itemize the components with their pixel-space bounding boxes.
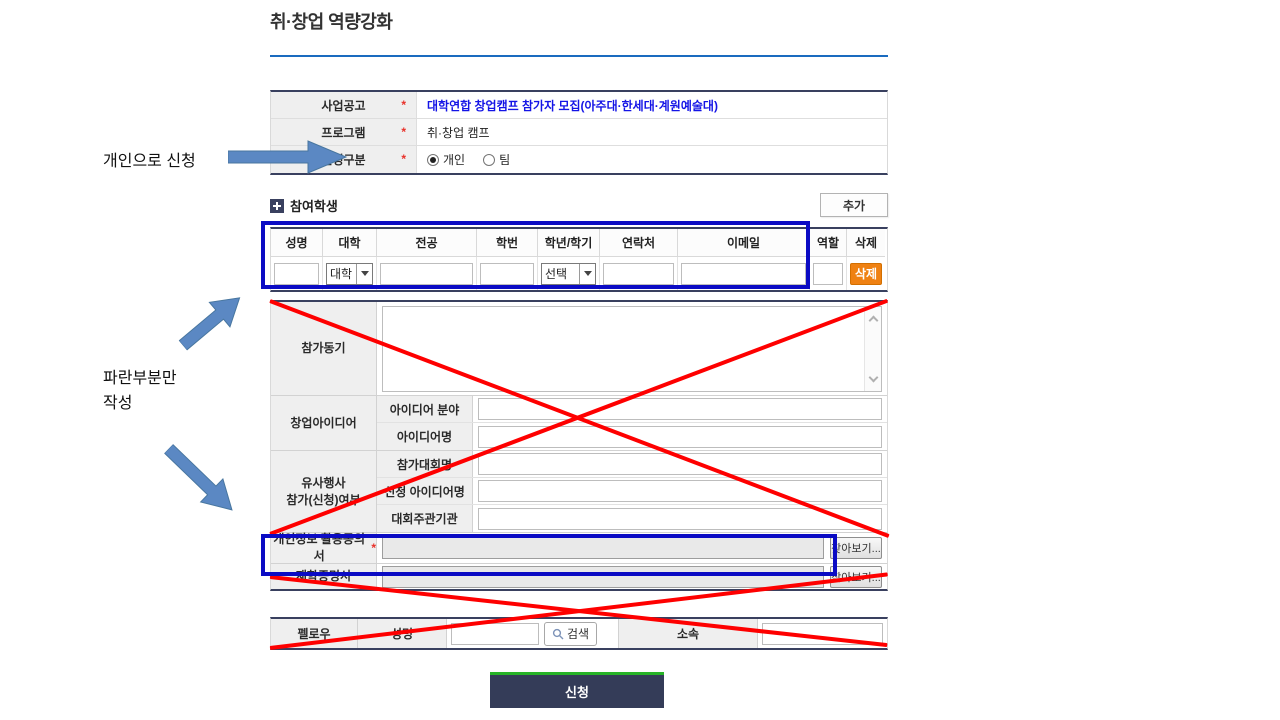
university-select-value: 대학 [327, 265, 356, 282]
annotation-note-line1: 파란부분만 [103, 366, 177, 391]
annotation-note-line2: 작성 [103, 391, 177, 416]
annotation-note-individual: 개인으로 신청 [103, 147, 196, 171]
applied-idea-label: 신청 아이디어명 [377, 478, 473, 504]
idea-group-row: 창업아이디어 아이디어 분야 아이디어명 [271, 396, 887, 451]
motive-row: 참가동기 [271, 302, 887, 396]
table-row: 사업공고 * 대학연합 창업캠프 참가자 모집(아주대·한세대·계원예술대) [271, 92, 887, 119]
students-section-header: 참여학생 [270, 196, 338, 215]
privacy-consent-row: 개인정보 활용동의서 * 찾아보기... [271, 533, 887, 564]
radio-team-label: 팀 [499, 151, 510, 168]
students-section-title: 참여학생 [290, 196, 338, 215]
idea-group-label: 창업아이디어 [271, 396, 377, 450]
col-header-major: 전공 [377, 229, 477, 257]
radio-selected-icon[interactable] [427, 154, 439, 166]
program-label: 프로그램 [321, 124, 365, 141]
col-header-contact: 연락처 [600, 229, 678, 257]
role-input[interactable] [813, 263, 843, 285]
col-header-name: 성명 [271, 229, 323, 257]
motive-label: 참가동기 [271, 302, 377, 395]
privacy-label-cell: 개인정보 활용동의서 * [271, 533, 377, 563]
page-title: 취·창업 역량강화 [270, 8, 392, 34]
scrollbar[interactable] [864, 307, 881, 391]
col-header-role: 역할 [810, 229, 847, 257]
contact-input[interactable] [603, 263, 674, 285]
search-icon [552, 628, 564, 640]
grade-select[interactable]: 선택 [541, 263, 596, 285]
motive-textarea[interactable] [382, 306, 882, 392]
required-mark: * [401, 152, 406, 166]
application-page: 취·창업 역량강화 사업공고 * 대학연합 창업캠프 참가자 모집(아주대·한세… [0, 0, 1280, 720]
radio-individual-label: 개인 [443, 151, 465, 168]
table-row: 신청구분 * 개인 팀 [271, 146, 887, 173]
similar-group-label-line1: 유사행사 [301, 475, 345, 492]
col-header-university: 대학 [323, 229, 377, 257]
notice-link[interactable]: 대학연합 창업캠프 참가자 모집(아주대·한세대·계원예술대) [427, 97, 718, 114]
chevron-down-icon[interactable] [579, 264, 595, 284]
privacy-browse-button[interactable]: 찾아보기... [830, 537, 882, 559]
similar-group-label: 유사행사 참가(신청)여부 [271, 451, 377, 532]
col-header-email: 이메일 [678, 229, 810, 257]
students-table: 성명 대학 전공 학번 학년/학기 연락처 이메일 역할 삭제 대학 선택 [270, 227, 888, 292]
radio-individual[interactable]: 개인 [427, 151, 465, 168]
title-underline [270, 55, 888, 57]
fellow-search-label: 검색 [567, 625, 589, 642]
applied-idea-input[interactable] [478, 480, 882, 502]
notice-label-cell: 사업공고 * [271, 92, 417, 118]
col-header-delete: 삭제 [847, 229, 885, 257]
similar-event-group-row: 유사행사 참가(신청)여부 참가대회명 신청 아이디어명 대회주관기관 [271, 451, 887, 533]
required-mark: * [371, 540, 376, 557]
annotation-note-blue-only: 파란부분만 작성 [103, 366, 177, 416]
studentid-input[interactable] [480, 263, 534, 285]
table-row: 프로그램 * 취·창업 캠프 [271, 119, 887, 146]
plus-icon [270, 199, 284, 213]
fellow-search-button[interactable]: 검색 [544, 622, 597, 646]
name-input[interactable] [274, 263, 319, 285]
idea-field-label: 아이디어 분야 [377, 396, 473, 422]
enrollment-file-field [382, 566, 824, 588]
scroll-up-icon[interactable] [869, 315, 879, 325]
delete-student-button[interactable]: 삭제 [850, 263, 882, 285]
program-info-table: 사업공고 * 대학연합 창업캠프 참가자 모집(아주대·한세대·계원예술대) 프… [270, 90, 888, 175]
major-input[interactable] [380, 263, 473, 285]
submit-button[interactable]: 신청 [490, 672, 664, 708]
required-mark: * [401, 125, 406, 139]
email-input[interactable] [681, 263, 806, 285]
add-student-button[interactable]: 추가 [820, 193, 888, 217]
down-right-arrow-icon [156, 436, 246, 524]
radio-unselected-icon[interactable] [483, 154, 495, 166]
col-header-grade: 학년/학기 [538, 229, 600, 257]
application-detail-table: 참가동기 창업아이디어 아이디어 분야 아이디어명 [270, 300, 888, 591]
chevron-down-icon[interactable] [356, 264, 372, 284]
grade-select-value: 선택 [542, 265, 579, 282]
privacy-label: 개인정보 활용동의서 [271, 531, 367, 565]
radio-team[interactable]: 팀 [483, 151, 510, 168]
required-mark: * [401, 98, 406, 112]
idea-name-label: 아이디어명 [377, 423, 473, 450]
students-header-row: 성명 대학 전공 학번 학년/학기 연락처 이메일 역할 삭제 [271, 229, 887, 257]
student-input-row: 대학 선택 삭제 [271, 257, 887, 290]
up-right-arrow-icon [171, 283, 252, 359]
privacy-file-field [382, 537, 824, 559]
col-header-studentid: 학번 [477, 229, 538, 257]
program-value: 취·창업 캠프 [427, 124, 490, 141]
scroll-down-icon[interactable] [869, 372, 879, 382]
right-arrow-icon [228, 140, 348, 174]
idea-name-input[interactable] [478, 426, 882, 448]
contest-host-label: 대회주관기관 [377, 505, 473, 532]
university-select[interactable]: 대학 [326, 263, 373, 285]
notice-label: 사업공고 [321, 97, 365, 114]
